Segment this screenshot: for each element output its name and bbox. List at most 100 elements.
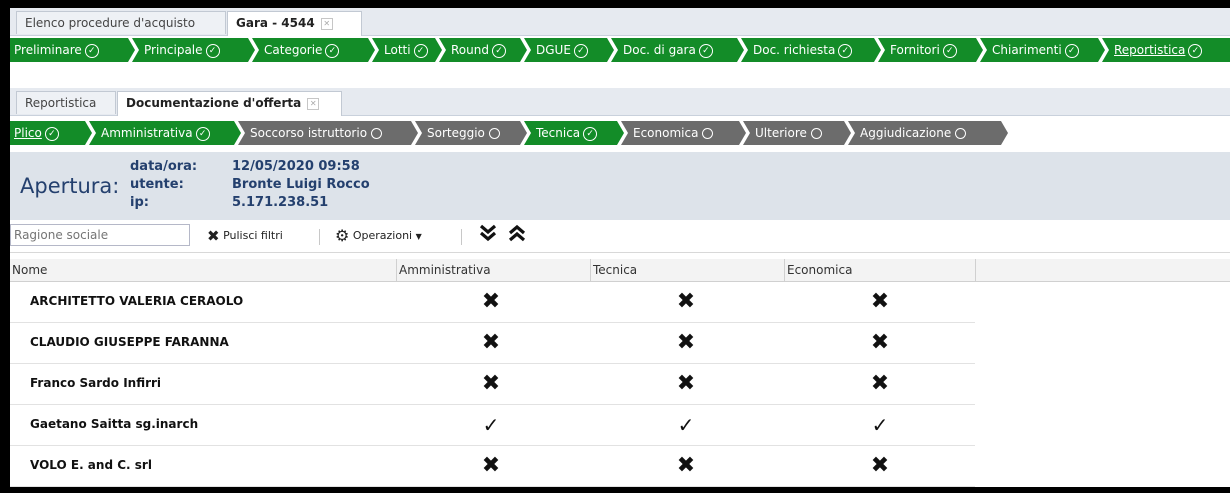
tab-label: Reportistica [25,96,97,110]
dropdown-arrow-icon: ▼ [415,232,422,241]
check-circle-icon: ✓ [1188,43,1203,58]
open-circle-icon [489,128,500,139]
step-soccorso-istruttorio[interactable]: Soccorso istruttorio [238,121,418,145]
step-tecnica[interactable]: Tecnica ✓ [524,121,624,145]
check-circle-icon: ✓ [45,127,59,141]
open-circle-icon [955,128,966,139]
tab-documentazione-offerta[interactable]: Documentazione d'offerta ✕ [117,91,342,116]
sub-step-bar: Plico ✓ Amministrativa ✓ Soccorso istrutto… [10,118,1230,146]
step-plico[interactable]: Plico ✓ [10,121,92,145]
supplier-name: VOLO E. and C. srl [30,458,152,472]
table-row[interactable]: VOLO E. and C. srl ✖ ✖ ✖ [10,446,975,487]
supplier-name: Gaetano Saitta sg.inarch [30,417,199,431]
step-fornitori[interactable]: Fornitori ✓ [878,38,983,62]
ip-label: ip: [130,195,149,210]
check-circle-icon: ✓ [838,44,852,58]
utente-value: Bronte Luigi Rocco [232,177,370,192]
check-circle-icon: ✓ [574,44,588,58]
step-sorteggio[interactable]: Sorteggio [415,121,527,145]
step-label: Chiarimenti [992,43,1062,57]
data-ora-label: data/ora: [130,159,198,174]
toolbar-separator [319,229,320,245]
step-reportistica[interactable]: Reportistica ✓ [1102,38,1230,62]
ragione-sociale-input[interactable] [10,224,190,246]
supplier-name: ARCHITETTO VALERIA CERAOLO [30,294,244,308]
step-chiarimenti[interactable]: Chiarimenti ✓ [980,38,1105,62]
column-header-amministrativa[interactable]: Amministrativa [397,259,591,281]
close-icon: ✖ [207,227,220,245]
main-step-bar: Preliminare ✓ Principale ✓ Categorie ✓ Lott… [10,35,1230,63]
tab-label: Gara - 4544 [236,16,315,30]
step-categorie[interactable]: Categorie ✓ [252,38,375,62]
check-circle-icon: ✓ [583,127,597,141]
step-label: Lotti [384,43,411,57]
step-doc-richiesta[interactable]: Doc. richiesta ✓ [741,38,881,62]
column-header-nome[interactable]: Nome [10,259,397,281]
step-label: Fornitori [890,43,940,57]
check-circle-icon: ✓ [414,44,428,58]
column-header-economica[interactable]: Economica [785,259,976,281]
step-preliminare[interactable]: Preliminare ✓ [10,38,135,62]
step-lotti[interactable]: Lotti ✓ [372,38,442,62]
check-circle-icon: ✓ [943,44,957,58]
check-circle-icon: ✓ [325,44,339,58]
step-doc-di-gara[interactable]: Doc. di gara ✓ [611,38,744,62]
amministrativa-status-icon: ✓ [482,413,500,437]
ip-value: 5.171.238.51 [232,195,329,210]
close-icon[interactable]: ✕ [320,17,333,30]
tab-reportistica[interactable]: Reportistica [16,91,116,114]
step-label: Ulteriore [755,126,807,140]
tecnica-status-icon: ✖ [676,330,696,355]
step-label: Plico [14,126,42,140]
check-circle-icon: ✓ [206,44,220,58]
step-label: Amministrativa [101,126,193,140]
open-circle-icon [371,128,382,139]
utente-label: utente: [130,177,184,192]
step-round[interactable]: Round ✓ [439,38,527,62]
step-label: Soccorso istruttorio [250,126,368,140]
operations-menu-button[interactable]: ⚙ Operazioni ▼ [335,226,422,246]
collapse-all-button[interactable] [507,223,527,243]
close-icon[interactable]: ✕ [307,97,320,110]
tab-gara[interactable]: Gara - 4544 ✕ [227,11,362,36]
check-circle-icon: ✓ [1065,44,1079,58]
step-label: Economica [633,126,699,140]
check-circle-icon: ✓ [492,44,506,58]
clear-filters-button[interactable]: ✖ Pulisci filtri [207,226,283,246]
tecnica-status-icon: ✓ [677,413,695,437]
economica-status-icon: ✖ [870,289,890,314]
operations-label: Operazioni [352,229,413,242]
tab-label: Documentazione d'offerta [126,96,302,110]
tecnica-status-icon: ✖ [676,289,696,314]
step-dgue[interactable]: DGUE ✓ [524,38,614,62]
amministrativa-status-icon: ✖ [481,371,501,396]
step-ulteriore[interactable]: Ulteriore [743,121,851,145]
apertura-title: Apertura: [20,174,120,198]
double-chevron-up-icon [508,224,526,242]
data-ora-value: 12/05/2020 09:58 [232,159,360,174]
open-circle-icon [702,128,713,139]
table-row[interactable]: CLAUDIO GIUSEPPE FARANNA ✖ ✖ ✖ [10,323,975,364]
step-aggiudicazione[interactable]: Aggiudicazione [848,121,1008,145]
expand-all-button[interactable] [478,223,498,243]
amministrativa-status-icon: ✖ [481,453,501,478]
check-circle-icon: ✓ [196,127,210,141]
table-header: Nome Amministrativa Tecnica Economica [10,259,1230,282]
step-amministrativa[interactable]: Amministrativa ✓ [89,121,241,145]
tab-elenco-procedure[interactable]: Elenco procedure d'acquisto [16,11,226,34]
sub-tab-bar: Reportistica Documentazione d'offerta ✕ [10,88,1230,116]
supplier-name: CLAUDIO GIUSEPPE FARANNA [30,335,229,349]
table-row[interactable]: ARCHITETTO VALERIA CERAOLO ✖ ✖ ✖ [10,282,975,323]
table-row[interactable]: Franco Sardo Infirri ✖ ✖ ✖ [10,364,975,405]
step-label: Principale [144,43,203,57]
economica-status-icon: ✖ [870,371,890,396]
amministrativa-status-icon: ✖ [481,330,501,355]
step-economica[interactable]: Economica [621,121,746,145]
table-row[interactable]: Gaetano Saitta sg.inarch ✓ ✓ ✓ [10,405,975,446]
tab-label: Elenco procedure d'acquisto [25,16,196,30]
double-chevron-down-icon [479,224,497,242]
step-label: DGUE [536,43,571,57]
step-principale[interactable]: Principale ✓ [132,38,255,62]
step-label: Round [451,43,489,57]
column-header-tecnica[interactable]: Tecnica [591,259,785,281]
